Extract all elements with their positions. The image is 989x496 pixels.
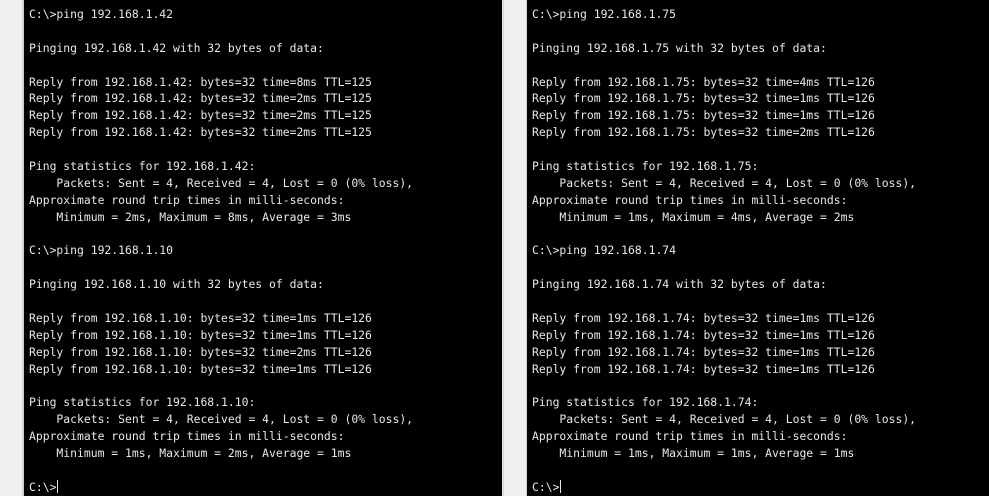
left-console-line: Pinging 192.168.1.42 with 32 bytes of da… bbox=[29, 40, 324, 55]
right-console-line: Ping statistics for 192.168.1.74: bbox=[532, 395, 759, 410]
left-console-line bbox=[29, 23, 502, 40]
left-console-line: Reply from 192.168.1.42: bytes=32 time=2… bbox=[29, 125, 372, 140]
right-console-line: Reply from 192.168.1.75: bytes=32 time=4… bbox=[532, 74, 875, 89]
right-console-line bbox=[532, 462, 989, 479]
left-console-line bbox=[29, 259, 502, 276]
left-console-line: C:\>ping 192.168.1.10 bbox=[29, 243, 174, 258]
left-console-line bbox=[29, 462, 502, 479]
right-console-line: C:\>ping 192.168.1.74 bbox=[532, 243, 677, 258]
left-console-line: Reply from 192.168.1.42: bytes=32 time=8… bbox=[29, 74, 372, 89]
left-console-line: Reply from 192.168.1.10: bytes=32 time=1… bbox=[29, 311, 372, 326]
right-console-line: Reply from 192.168.1.74: bytes=32 time=1… bbox=[532, 327, 875, 342]
right-console-line bbox=[532, 259, 989, 276]
right-console-line: Approximate round trip times in milli-se… bbox=[532, 429, 848, 444]
text-cursor bbox=[560, 479, 562, 493]
left-console-line: C:\>ping 192.168.1.42 bbox=[29, 7, 174, 21]
right-console-line: Approximate round trip times in milli-se… bbox=[532, 192, 848, 207]
left-console-line: Minimum = 2ms, Maximum = 8ms, Average = … bbox=[29, 209, 352, 224]
left-console-line: Ping statistics for 192.168.1.42: bbox=[29, 159, 256, 174]
left-console-line: Ping statistics for 192.168.1.10: bbox=[29, 395, 256, 410]
right-console-line: Reply from 192.168.1.74: bytes=32 time=1… bbox=[532, 344, 875, 359]
right-console-line: Packets: Sent = 4, Received = 4, Lost = … bbox=[532, 412, 917, 427]
left-console-line bbox=[29, 293, 502, 310]
right-console-line: Reply from 192.168.1.75: bytes=32 time=1… bbox=[532, 91, 875, 106]
left-console-line bbox=[29, 226, 502, 243]
right-console-line: Pinging 192.168.1.75 with 32 bytes of da… bbox=[532, 40, 827, 55]
right-console-line: Minimum = 1ms, Maximum = 4ms, Average = … bbox=[532, 209, 855, 224]
right-console-line bbox=[532, 293, 989, 310]
left-console-line: C:\> bbox=[29, 479, 59, 494]
left-console-line bbox=[29, 141, 502, 158]
left-console-line: Pinging 192.168.1.10 with 32 bytes of da… bbox=[29, 277, 324, 292]
left-console-line: Minimum = 1ms, Maximum = 2ms, Average = … bbox=[29, 446, 352, 461]
left-window-frame bbox=[0, 0, 23, 496]
left-console-line bbox=[29, 378, 502, 395]
left-console-line: Approximate round trip times in milli-se… bbox=[29, 429, 345, 444]
left-console-line: Reply from 192.168.1.10: bytes=32 time=1… bbox=[29, 361, 372, 376]
right-console-line: Pinging 192.168.1.74 with 32 bytes of da… bbox=[532, 277, 827, 292]
right-command-prompt[interactable]: C:\>ping 192.168.1.75 Pinging 192.168.1.7… bbox=[526, 0, 989, 496]
right-window-frame bbox=[503, 0, 527, 496]
left-console-line: Reply from 192.168.1.42: bytes=32 time=2… bbox=[29, 91, 372, 106]
right-console-line bbox=[532, 141, 989, 158]
left-console-line: Reply from 192.168.1.10: bytes=32 time=1… bbox=[29, 327, 372, 342]
text-cursor bbox=[57, 479, 59, 493]
left-console-line: Packets: Sent = 4, Received = 4, Lost = … bbox=[29, 175, 414, 190]
right-console-line bbox=[532, 23, 989, 40]
right-console-line bbox=[532, 226, 989, 243]
left-console-line: Reply from 192.168.1.42: bytes=32 time=2… bbox=[29, 108, 372, 123]
left-console-line bbox=[29, 57, 502, 74]
right-console-line bbox=[532, 378, 989, 395]
right-console-line: Reply from 192.168.1.74: bytes=32 time=1… bbox=[532, 361, 875, 376]
left-command-prompt[interactable]: C:\>ping 192.168.1.42 Pinging 192.168.1.4… bbox=[23, 0, 502, 496]
right-console-line: Minimum = 1ms, Maximum = 1ms, Average = … bbox=[532, 446, 855, 461]
right-console-line: Reply from 192.168.1.74: bytes=32 time=1… bbox=[532, 311, 875, 326]
right-console-line: Reply from 192.168.1.75: bytes=32 time=2… bbox=[532, 125, 875, 140]
right-console-line: Reply from 192.168.1.75: bytes=32 time=1… bbox=[532, 108, 875, 123]
right-console-line: C:\> bbox=[532, 479, 562, 494]
left-console-line: Reply from 192.168.1.10: bytes=32 time=2… bbox=[29, 344, 372, 359]
right-terminal-output[interactable]: C:\>ping 192.168.1.75 Pinging 192.168.1.7… bbox=[532, 6, 989, 496]
right-console-line: Ping statistics for 192.168.1.75: bbox=[532, 159, 759, 174]
right-console-line bbox=[532, 57, 989, 74]
right-console-line: Packets: Sent = 4, Received = 4, Lost = … bbox=[532, 175, 917, 190]
left-console-line: Approximate round trip times in milli-se… bbox=[29, 192, 345, 207]
left-console-line: Packets: Sent = 4, Received = 4, Lost = … bbox=[29, 412, 414, 427]
left-terminal-output[interactable]: C:\>ping 192.168.1.42 Pinging 192.168.1.4… bbox=[29, 6, 502, 496]
right-console-line: C:\>ping 192.168.1.75 bbox=[532, 7, 677, 21]
